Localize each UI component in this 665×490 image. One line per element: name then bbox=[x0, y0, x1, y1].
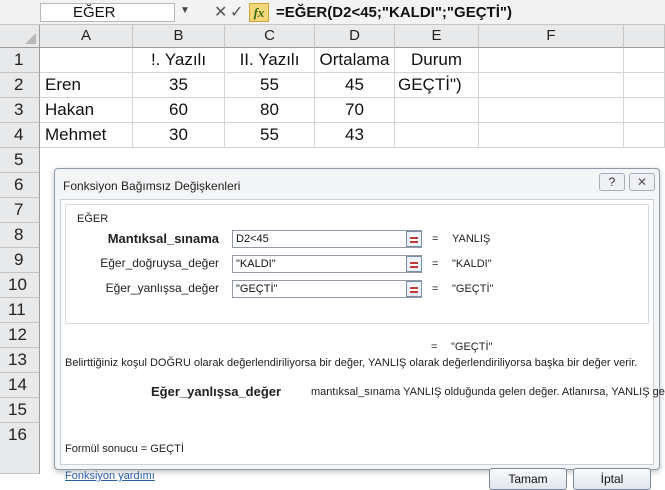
cell-b1[interactable]: !. Yazılı bbox=[133, 48, 225, 73]
arg-input-logical-test[interactable]: D2<45 bbox=[232, 230, 422, 248]
cell-c3[interactable]: 80 bbox=[225, 98, 315, 123]
cell-g2[interactable] bbox=[624, 73, 665, 98]
column-header-f[interactable]: F bbox=[479, 25, 624, 48]
row-header-15[interactable]: 15 bbox=[0, 398, 40, 423]
row-header-9[interactable]: 9 bbox=[0, 248, 40, 273]
cell-g1[interactable] bbox=[624, 48, 665, 73]
range-select-icon[interactable] bbox=[406, 281, 422, 297]
formula-result: Formül sonucu = GEÇTİ bbox=[65, 443, 184, 455]
insert-function-button[interactable]: fx bbox=[249, 3, 269, 22]
cell-d1[interactable]: Ortalama bbox=[315, 48, 395, 73]
row-header-1[interactable]: 1 bbox=[0, 48, 40, 73]
cell-a1[interactable] bbox=[40, 48, 133, 73]
row-header-4[interactable]: 4 bbox=[0, 123, 40, 148]
argument-description-text: mantıksal_sınama YANLIŞ olduğunda gelen … bbox=[311, 386, 665, 398]
select-all-corner[interactable] bbox=[0, 25, 40, 48]
function-help-link[interactable]: Fonksiyon yardımı bbox=[65, 470, 155, 482]
column-header-g[interactable] bbox=[624, 25, 665, 48]
column-header-e[interactable]: E bbox=[395, 25, 479, 48]
arg-result-value-if-false: "GEÇTİ" bbox=[452, 283, 494, 295]
arg-result-value-if-true: "KALDI" bbox=[452, 258, 492, 270]
close-icon[interactable]: ✕ bbox=[629, 173, 655, 191]
function-name: EĞER bbox=[77, 213, 109, 225]
cell-e4[interactable] bbox=[395, 123, 479, 148]
name-box[interactable]: EĞER bbox=[40, 3, 175, 22]
dialog-body: EĞER Mantıksal_sınama D2<45 = YANLIŞ Eğe… bbox=[60, 199, 665, 490]
function-description: Belirttiğiniz koşul DOĞRU olarak değerle… bbox=[65, 357, 638, 369]
arg-label-logical-test: Mantıksal_sınama bbox=[107, 231, 219, 246]
range-select-icon[interactable] bbox=[406, 231, 422, 247]
cell-c1[interactable]: II. Yazılı bbox=[225, 48, 315, 73]
cell-b3[interactable]: 60 bbox=[133, 98, 225, 123]
cancel-button[interactable]: İptal bbox=[573, 468, 651, 490]
arg-equals: = bbox=[432, 233, 439, 245]
column-header-c[interactable]: C bbox=[225, 25, 315, 48]
row-header-10[interactable]: 10 bbox=[0, 273, 40, 298]
formula-bar: EĞER ▼ ✕ ✓ fx =EĞER(D2<45;"KALDI";"GEÇTİ… bbox=[0, 0, 665, 25]
select-all-icon bbox=[25, 33, 36, 44]
function-group: EĞER Mantıksal_sınama D2<45 = YANLIŞ Eğe… bbox=[65, 204, 649, 324]
range-select-icon[interactable] bbox=[406, 256, 422, 272]
cell-b2[interactable]: 35 bbox=[133, 73, 225, 98]
cell-g3[interactable] bbox=[624, 98, 665, 123]
arg-equals: = bbox=[432, 283, 439, 295]
column-header-b[interactable]: B bbox=[133, 25, 225, 48]
row-header-12[interactable]: 12 bbox=[0, 323, 40, 348]
cell-f2[interactable] bbox=[479, 73, 624, 98]
row-header-6[interactable]: 6 bbox=[0, 173, 40, 198]
formula-result-equals: = bbox=[431, 341, 438, 353]
row-header-5[interactable]: 5 bbox=[0, 148, 40, 173]
cell-e2[interactable]: GEÇTİ") bbox=[395, 73, 479, 98]
cell-f1[interactable] bbox=[479, 48, 624, 73]
row-header-14[interactable]: 14 bbox=[0, 373, 40, 398]
cell-b4[interactable]: 30 bbox=[133, 123, 225, 148]
help-icon[interactable]: ? bbox=[599, 173, 625, 191]
cell-a2[interactable]: Eren bbox=[40, 73, 133, 98]
arg-input-value-if-true[interactable]: "KALDI" bbox=[232, 255, 422, 273]
cancel-entry-icon[interactable]: ✕ bbox=[214, 2, 227, 22]
cell-f4[interactable] bbox=[479, 123, 624, 148]
cell-d3[interactable]: 70 bbox=[315, 98, 395, 123]
cell-c2[interactable]: 55 bbox=[225, 73, 315, 98]
ok-button[interactable]: Tamam bbox=[489, 468, 567, 490]
row-header-11[interactable]: 11 bbox=[0, 298, 40, 323]
formula-input[interactable]: =EĞER(D2<45;"KALDI";"GEÇTİ") bbox=[276, 4, 512, 21]
function-arguments-dialog: Fonksiyon Bağımsız Değişkenleri ? ✕ EĞER… bbox=[54, 168, 665, 490]
arg-result-logical-test: YANLIŞ bbox=[452, 233, 491, 245]
cell-e1[interactable]: Durum bbox=[395, 48, 479, 73]
row-header-16[interactable]: 16 bbox=[0, 423, 40, 474]
arg-label-value-if-false: Eğer_yanlışsa_değer bbox=[105, 281, 219, 295]
arg-equals: = bbox=[432, 258, 439, 270]
cell-g4[interactable] bbox=[624, 123, 665, 148]
row-header-7[interactable]: 7 bbox=[0, 198, 40, 223]
cell-c4[interactable]: 55 bbox=[225, 123, 315, 148]
name-box-dropdown-icon[interactable]: ▼ bbox=[180, 5, 190, 16]
cell-a4[interactable]: Mehmet bbox=[40, 123, 133, 148]
cell-f3[interactable] bbox=[479, 98, 624, 123]
row-header-3[interactable]: 3 bbox=[0, 98, 40, 123]
dialog-title: Fonksiyon Bağımsız Değişkenleri bbox=[63, 179, 241, 193]
arg-label-value-if-true: Eğer_doğruysa_değer bbox=[100, 256, 219, 270]
cell-e3[interactable] bbox=[395, 98, 479, 123]
argument-description-name: Eğer_yanlışsa_değer bbox=[151, 384, 282, 399]
row-header-2[interactable]: 2 bbox=[0, 73, 40, 98]
confirm-entry-icon[interactable]: ✓ bbox=[230, 2, 243, 22]
column-header-d[interactable]: D bbox=[315, 25, 395, 48]
row-header-8[interactable]: 8 bbox=[0, 223, 40, 248]
cell-d4[interactable]: 43 bbox=[315, 123, 395, 148]
arg-input-value-if-false[interactable]: "GEÇTİ" bbox=[232, 280, 422, 298]
row-header-13[interactable]: 13 bbox=[0, 348, 40, 373]
formula-result-preview: "GEÇTİ" bbox=[451, 341, 493, 353]
column-header-a[interactable]: A bbox=[40, 25, 133, 48]
cell-a3[interactable]: Hakan bbox=[40, 98, 133, 123]
cell-d2[interactable]: 45 bbox=[315, 73, 395, 98]
